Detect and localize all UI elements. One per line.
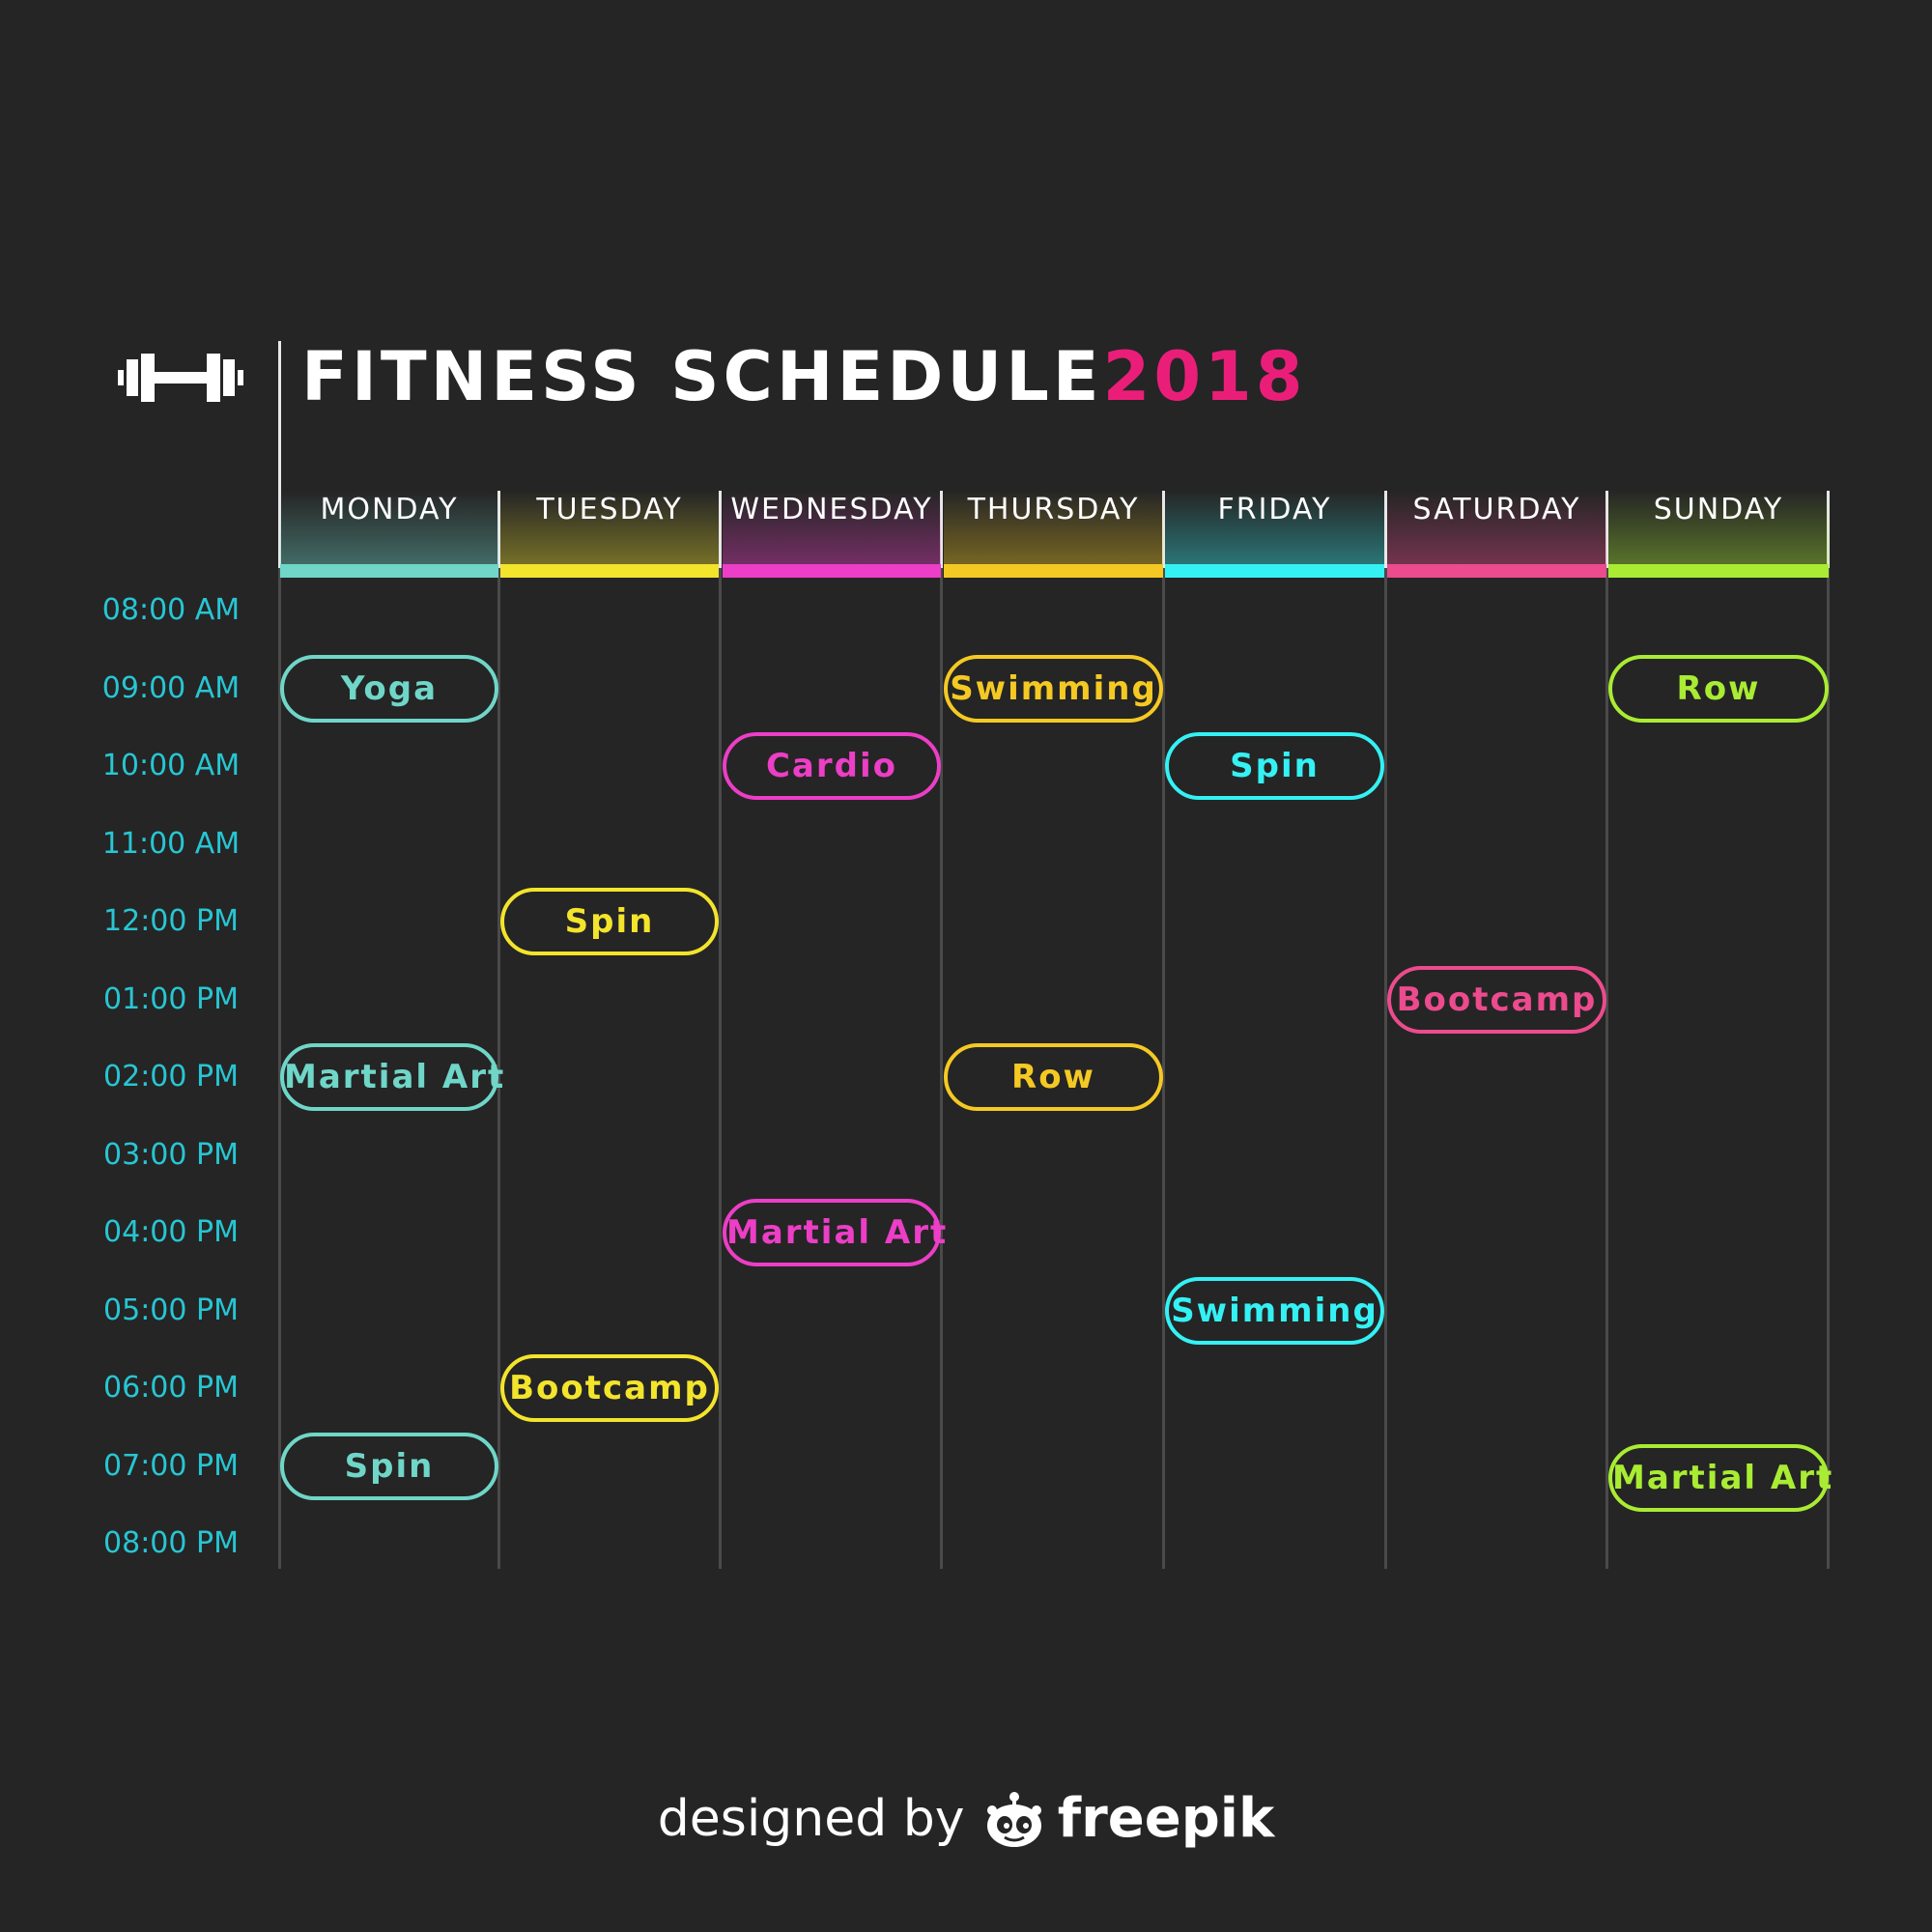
title-year: 2018 <box>1102 337 1307 416</box>
time-label: 04:00 PM <box>103 1215 239 1249</box>
event-swimming[interactable]: Swimming <box>944 654 1163 723</box>
day-header-tuesday: TUESDAY <box>500 491 719 578</box>
day-label: TUESDAY <box>536 493 683 526</box>
day-header-stripe <box>944 564 1163 578</box>
time-label: 01:00 PM <box>103 981 239 1016</box>
event-spin[interactable]: Spin <box>1165 732 1384 800</box>
day-header-monday: MONDAY <box>280 491 498 578</box>
event-martial-art[interactable]: Martial Art <box>723 1199 946 1266</box>
day-header-wednesday: WEDNESDAY <box>723 491 941 578</box>
time-label: 08:00 AM <box>101 593 241 627</box>
fitness-schedule-poster: FITNESS SCHEDULE2018 MONDAY TUESDAY WEDNES… <box>0 0 1932 1932</box>
credit-prefix: designed by <box>657 1790 965 1848</box>
event-row[interactable]: Row <box>1608 654 1829 723</box>
time-label: 03:00 PM <box>103 1137 239 1172</box>
column-divider <box>1827 491 1830 1569</box>
day-header-thursday: THURSDAY <box>944 491 1163 578</box>
event-cardio[interactable]: Cardio <box>723 732 941 800</box>
dumbbell-icon <box>118 354 243 402</box>
event-martial-art[interactable]: Martial Art <box>1608 1443 1832 1512</box>
day-header-sunday: SUNDAY <box>1608 491 1829 578</box>
event-martial-art[interactable]: Martial Art <box>280 1043 503 1111</box>
day-header-stripe <box>500 564 719 578</box>
event-bootcamp[interactable]: Bootcamp <box>500 1354 719 1422</box>
column-divider <box>278 491 281 1569</box>
column-divider <box>1384 491 1387 1569</box>
event-row[interactable]: Row <box>944 1043 1163 1111</box>
column-divider <box>1605 491 1608 1569</box>
time-label: 12:00 PM <box>103 904 239 938</box>
day-label: MONDAY <box>320 493 459 526</box>
event-bootcamp[interactable]: Bootcamp <box>1387 965 1606 1034</box>
time-label: 11:00 AM <box>101 826 241 861</box>
time-label: 02:00 PM <box>103 1060 239 1094</box>
day-label: SUNDAY <box>1653 493 1784 526</box>
day-header-saturday: SATURDAY <box>1387 491 1606 578</box>
day-header-stripe <box>280 564 498 578</box>
column-divider <box>719 491 722 1569</box>
day-label: THURSDAY <box>967 493 1140 526</box>
freepik-logo-icon <box>986 1792 1041 1847</box>
time-label: 07:00 PM <box>103 1448 239 1483</box>
time-label: 06:00 PM <box>103 1371 239 1405</box>
day-header-stripe <box>1165 564 1384 578</box>
time-label: 08:00 PM <box>103 1526 239 1560</box>
day-label: WEDNESDAY <box>730 493 933 526</box>
event-spin[interactable]: Spin <box>500 888 719 955</box>
event-yoga[interactable]: Yoga <box>280 654 498 723</box>
day-label: SATURDAY <box>1412 493 1581 526</box>
day-header-stripe <box>723 564 941 578</box>
time-label: 10:00 AM <box>101 749 241 782</box>
credit-brand: freepik <box>1057 1787 1275 1850</box>
credit: designed by freepik <box>0 1785 1932 1853</box>
day-header-friday: FRIDAY <box>1165 491 1384 578</box>
day-header-stripe <box>1608 564 1829 578</box>
page-title: FITNESS SCHEDULE2018 <box>301 338 1306 415</box>
event-swimming[interactable]: Swimming <box>1165 1276 1384 1345</box>
time-label: 05:00 PM <box>103 1293 239 1327</box>
day-label: FRIDAY <box>1217 493 1332 526</box>
time-label: 09:00 AM <box>101 670 241 705</box>
column-divider <box>1162 491 1165 1569</box>
column-divider <box>940 491 943 1569</box>
column-divider <box>497 491 500 1569</box>
event-spin[interactable]: Spin <box>280 1432 498 1500</box>
title-text: FITNESS SCHEDULE <box>301 337 1103 416</box>
day-header-stripe <box>1387 564 1606 578</box>
header-divider <box>719 491 722 568</box>
